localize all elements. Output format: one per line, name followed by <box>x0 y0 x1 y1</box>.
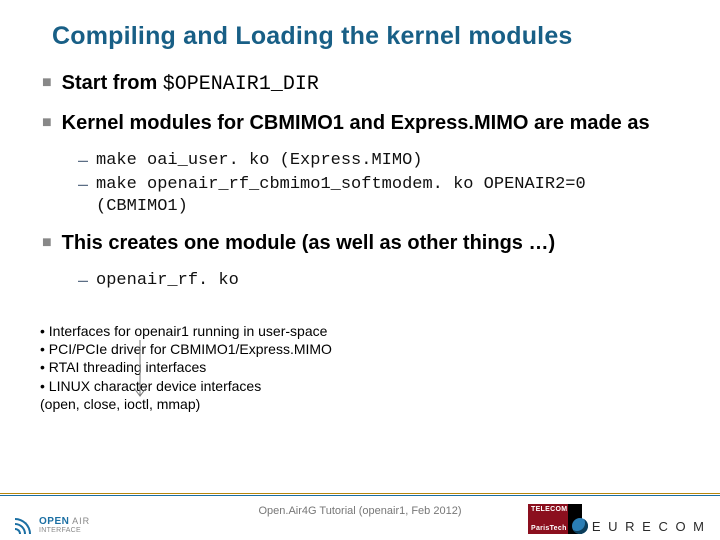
sub-bullet-openair-rf-ko: – openair_rf. ko <box>78 270 686 292</box>
openair-logo: OPEN AIR INTERFACE <box>14 516 90 534</box>
note-line: (open, close, ioctl, mmap) <box>40 395 686 413</box>
text-fragment: Start from <box>62 72 163 94</box>
note-line: • LINUX character device interfaces <box>40 377 686 395</box>
interfaces-notes: • Interfaces for openair1 running in use… <box>40 322 686 413</box>
footer-rule-top <box>0 493 720 494</box>
code-line: openair_rf. ko <box>96 270 686 292</box>
eurecom-logo: E U R E C O M <box>572 518 706 534</box>
bullet-text: This creates one module (as well as othe… <box>62 231 686 256</box>
logo-text: ParisTech <box>531 525 565 532</box>
bullet-kernel-modules: ■ Kernel modules for CBMIMO1 and Express… <box>42 111 686 136</box>
slide: Compiling and Loading the kernel modules… <box>0 0 720 540</box>
bullet-text: Kernel modules for CBMIMO1 and Express.M… <box>62 111 686 136</box>
square-bullet-icon: ■ <box>42 74 52 92</box>
openair-waves-icon <box>14 516 36 534</box>
square-bullet-icon: ■ <box>42 114 52 132</box>
openair-logo-text: OPEN AIR INTERFACE <box>39 517 90 534</box>
dash-bullet-icon: – <box>78 174 88 196</box>
dash-bullet-icon: – <box>78 150 88 172</box>
slide-title: Compiling and Loading the kernel modules <box>52 22 686 51</box>
note-line: • Interfaces for openair1 running in use… <box>40 322 686 340</box>
logo-text: OPEN <box>39 516 69 527</box>
sub-bullet-group: – openair_rf. ko <box>34 270 686 292</box>
eurecom-globe-icon <box>572 518 588 534</box>
logo-text: AIR <box>72 516 90 526</box>
logo-text: E U R E C O M <box>592 519 706 534</box>
logo-subtext: INTERFACE <box>39 527 90 534</box>
sub-bullet-group: – make oai_user. ko (Express.MIMO) – mak… <box>34 150 686 217</box>
code-line: make openair_rf_cbmimo1_softmodem. ko OP… <box>96 174 686 218</box>
sub-bullet-make-oai: – make oai_user. ko (Express.MIMO) <box>78 150 686 172</box>
bullet-start-from: ■ Start from $OPENAIR1_DIR <box>42 71 686 97</box>
sub-bullet-make-openair-rf: – make openair_rf_cbmimo1_softmodem. ko … <box>78 174 686 218</box>
footer-rule-bottom <box>0 495 720 496</box>
note-line: • RTAI threading interfaces <box>40 358 686 376</box>
bullet-text: Start from $OPENAIR1_DIR <box>62 71 686 97</box>
logo-text: TELECOM <box>531 506 565 513</box>
code-line: make oai_user. ko (Express.MIMO) <box>96 150 686 172</box>
note-line: • PCI/PCIe driver for CBMIMO1/Express.MI… <box>40 340 686 358</box>
code-fragment: $OPENAIR1_DIR <box>163 73 319 96</box>
bullet-creates-module: ■ This creates one module (as well as ot… <box>42 231 686 256</box>
square-bullet-icon: ■ <box>42 234 52 252</box>
footer-caption: Open.Air4G Tutorial (openair1, Feb 2012) <box>0 505 720 517</box>
dash-bullet-icon: – <box>78 270 88 292</box>
